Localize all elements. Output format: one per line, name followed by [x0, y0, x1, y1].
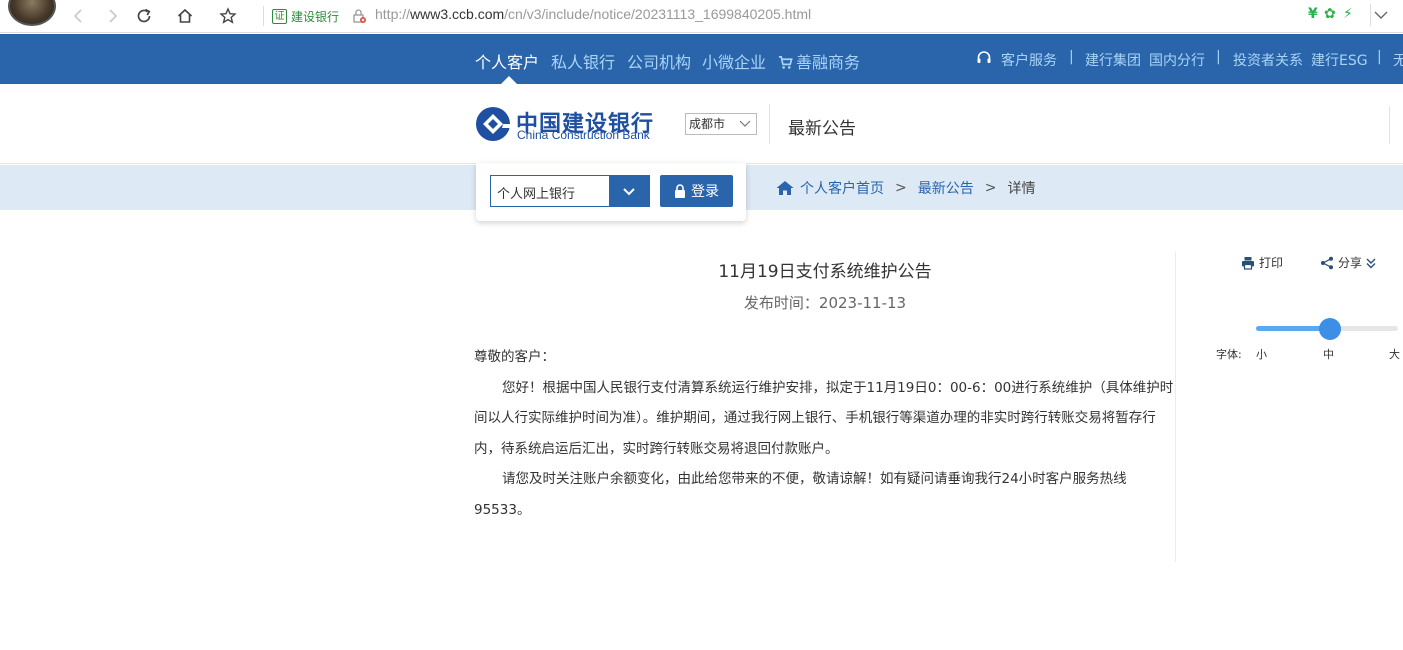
login-button[interactable]: 登录 — [660, 175, 733, 207]
nav-domestic-branches[interactable]: 国内分行 — [1149, 50, 1205, 70]
print-button[interactable]: 打印 — [1241, 254, 1283, 271]
select-dropdown-button[interactable] — [609, 176, 649, 206]
nav-personal[interactable]: 个人客户 — [475, 49, 539, 73]
print-label: 打印 — [1259, 256, 1284, 270]
insecure-lock-icon[interactable] — [352, 8, 366, 24]
top-navigation: 个人客户 私人银行 公司机构 小微企业 善融商务 客户服务 | 建行集团 国内分… — [0, 34, 1403, 84]
certificate-icon: 证 — [272, 8, 287, 24]
nav-e-commerce-label: 善融商务 — [796, 53, 861, 72]
reload-icon[interactable] — [132, 4, 156, 28]
article-date: 发布时间：2023-11-13 — [475, 292, 1175, 313]
font-size-medium[interactable]: 中 — [1323, 346, 1334, 362]
chevron-down-icon — [1374, 11, 1388, 19]
logo-english-name: China Construction Bank — [517, 128, 650, 142]
back-icon[interactable] — [67, 4, 91, 28]
bolt-icon[interactable]: ⚡ — [1343, 6, 1353, 22]
header-divider — [1389, 106, 1390, 144]
date-value: 2023-11-13 — [818, 294, 907, 312]
city-select-value: 成都市 — [689, 117, 726, 131]
toolbar-divider — [263, 6, 264, 26]
nav-small-business[interactable]: 小微企业 — [702, 49, 766, 73]
site-header: 中国建设银行 China Construction Bank 成都市 最新公告 — [0, 84, 1403, 164]
breadcrumb-home[interactable]: 个人客户首页 — [800, 178, 884, 198]
browser-toolbar: 证 建设银行 http://www3.ccb.com/cn/v3/include… — [0, 0, 1403, 33]
ccb-logo-icon[interactable] — [475, 106, 511, 142]
nav-private-banking[interactable]: 私人银行 — [551, 49, 615, 73]
gear-icon[interactable]: ✿ — [1324, 6, 1336, 22]
font-size-small[interactable]: 小 — [1256, 346, 1267, 362]
nav-esg[interactable]: 建行ESG — [1311, 50, 1368, 70]
share-label: 分享 — [1338, 256, 1363, 270]
url-host: www3.ccb.com — [410, 6, 505, 22]
home-icon[interactable] — [173, 4, 197, 28]
yen-icon[interactable]: ¥ — [1308, 6, 1318, 22]
online-banking-select-value: 个人网上银行 — [497, 187, 576, 202]
chevron-down-icon — [739, 120, 751, 127]
breadcrumb-separator: > — [895, 180, 907, 196]
article-paragraph: 请您及时关注账户余额变化，由此给您带来的不便，敬请谅解！如有疑问请垂询我行24小… — [474, 471, 1127, 518]
article-greeting: 尊敬的客户： — [474, 349, 555, 365]
certificate-label: 建设银行 — [291, 9, 340, 24]
headset-icon — [977, 51, 991, 63]
tools-divider — [1175, 252, 1176, 562]
chevron-down-icon — [623, 188, 635, 196]
font-size-label: 字体: — [1216, 348, 1242, 361]
header-divider — [769, 104, 770, 144]
date-label: 发布时间： — [743, 294, 819, 312]
printer-icon — [1242, 256, 1254, 270]
nav-customer-service[interactable]: 客户服务 — [1001, 50, 1057, 70]
breadcrumb-separator: > — [984, 180, 997, 196]
lock-icon — [675, 184, 685, 198]
nav-corporate[interactable]: 公司机构 — [627, 49, 691, 73]
share-button[interactable]: 分享 — [1320, 254, 1382, 271]
url-path: /cn/v3/include/notice/20231113_169984020… — [504, 6, 812, 22]
double-chevron-down-icon — [1366, 258, 1376, 268]
city-select[interactable]: 成都市 — [685, 113, 757, 135]
online-banking-select[interactable]: 个人网上银行 — [490, 175, 650, 207]
breadcrumb-current: 详情 — [1007, 181, 1036, 197]
certificate-badge[interactable]: 证 建设银行 — [272, 7, 339, 25]
extensions-menu-button[interactable] — [1370, 4, 1390, 26]
active-nav-caret — [501, 76, 517, 84]
article-paragraph: 您好！根据中国人民银行支付清算系统运行维护安排，拟定于11月19日0：00-6：… — [474, 379, 1174, 457]
online-banking-login-panel: 个人网上银行 登录 — [476, 163, 746, 221]
profile-avatar[interactable] — [8, 0, 56, 26]
article-title: 11月19日支付系统维护公告 — [718, 262, 932, 282]
share-icon — [1321, 256, 1333, 269]
font-size-slider-handle[interactable] — [1319, 318, 1341, 340]
nav-divider: | — [1377, 49, 1382, 65]
address-bar[interactable]: http://www3.ccb.com/cn/v3/include/notice… — [375, 6, 811, 22]
cart-icon — [778, 56, 793, 69]
bookmark-star-icon[interactable] — [216, 4, 240, 28]
url-scheme: http:// — [375, 6, 411, 22]
article-body: 尊敬的客户： 您好！根据中国人民银行支付清算系统运行维护安排，拟定于11月19日… — [474, 342, 1176, 525]
nav-divider: | — [1069, 49, 1074, 65]
nav-ccb-group[interactable]: 建行集团 — [1085, 50, 1141, 70]
breadcrumb-section[interactable]: 最新公告 — [918, 178, 974, 198]
nav-investor-relations[interactable]: 投资者关系 — [1233, 50, 1303, 70]
nav-divider: | — [1216, 49, 1221, 65]
forward-icon[interactable] — [100, 4, 124, 28]
nav-e-commerce[interactable]: 善融商务 — [778, 49, 860, 73]
breadcrumb: 个人客户首页 > 最新公告 > 详情 — [776, 179, 1035, 197]
section-title: 最新公告 — [788, 119, 856, 139]
login-button-label: 登录 — [691, 184, 719, 200]
font-size-large[interactable]: 大 — [1389, 346, 1400, 362]
nav-more[interactable]: 无 — [1393, 50, 1403, 70]
home-icon[interactable] — [776, 180, 794, 196]
